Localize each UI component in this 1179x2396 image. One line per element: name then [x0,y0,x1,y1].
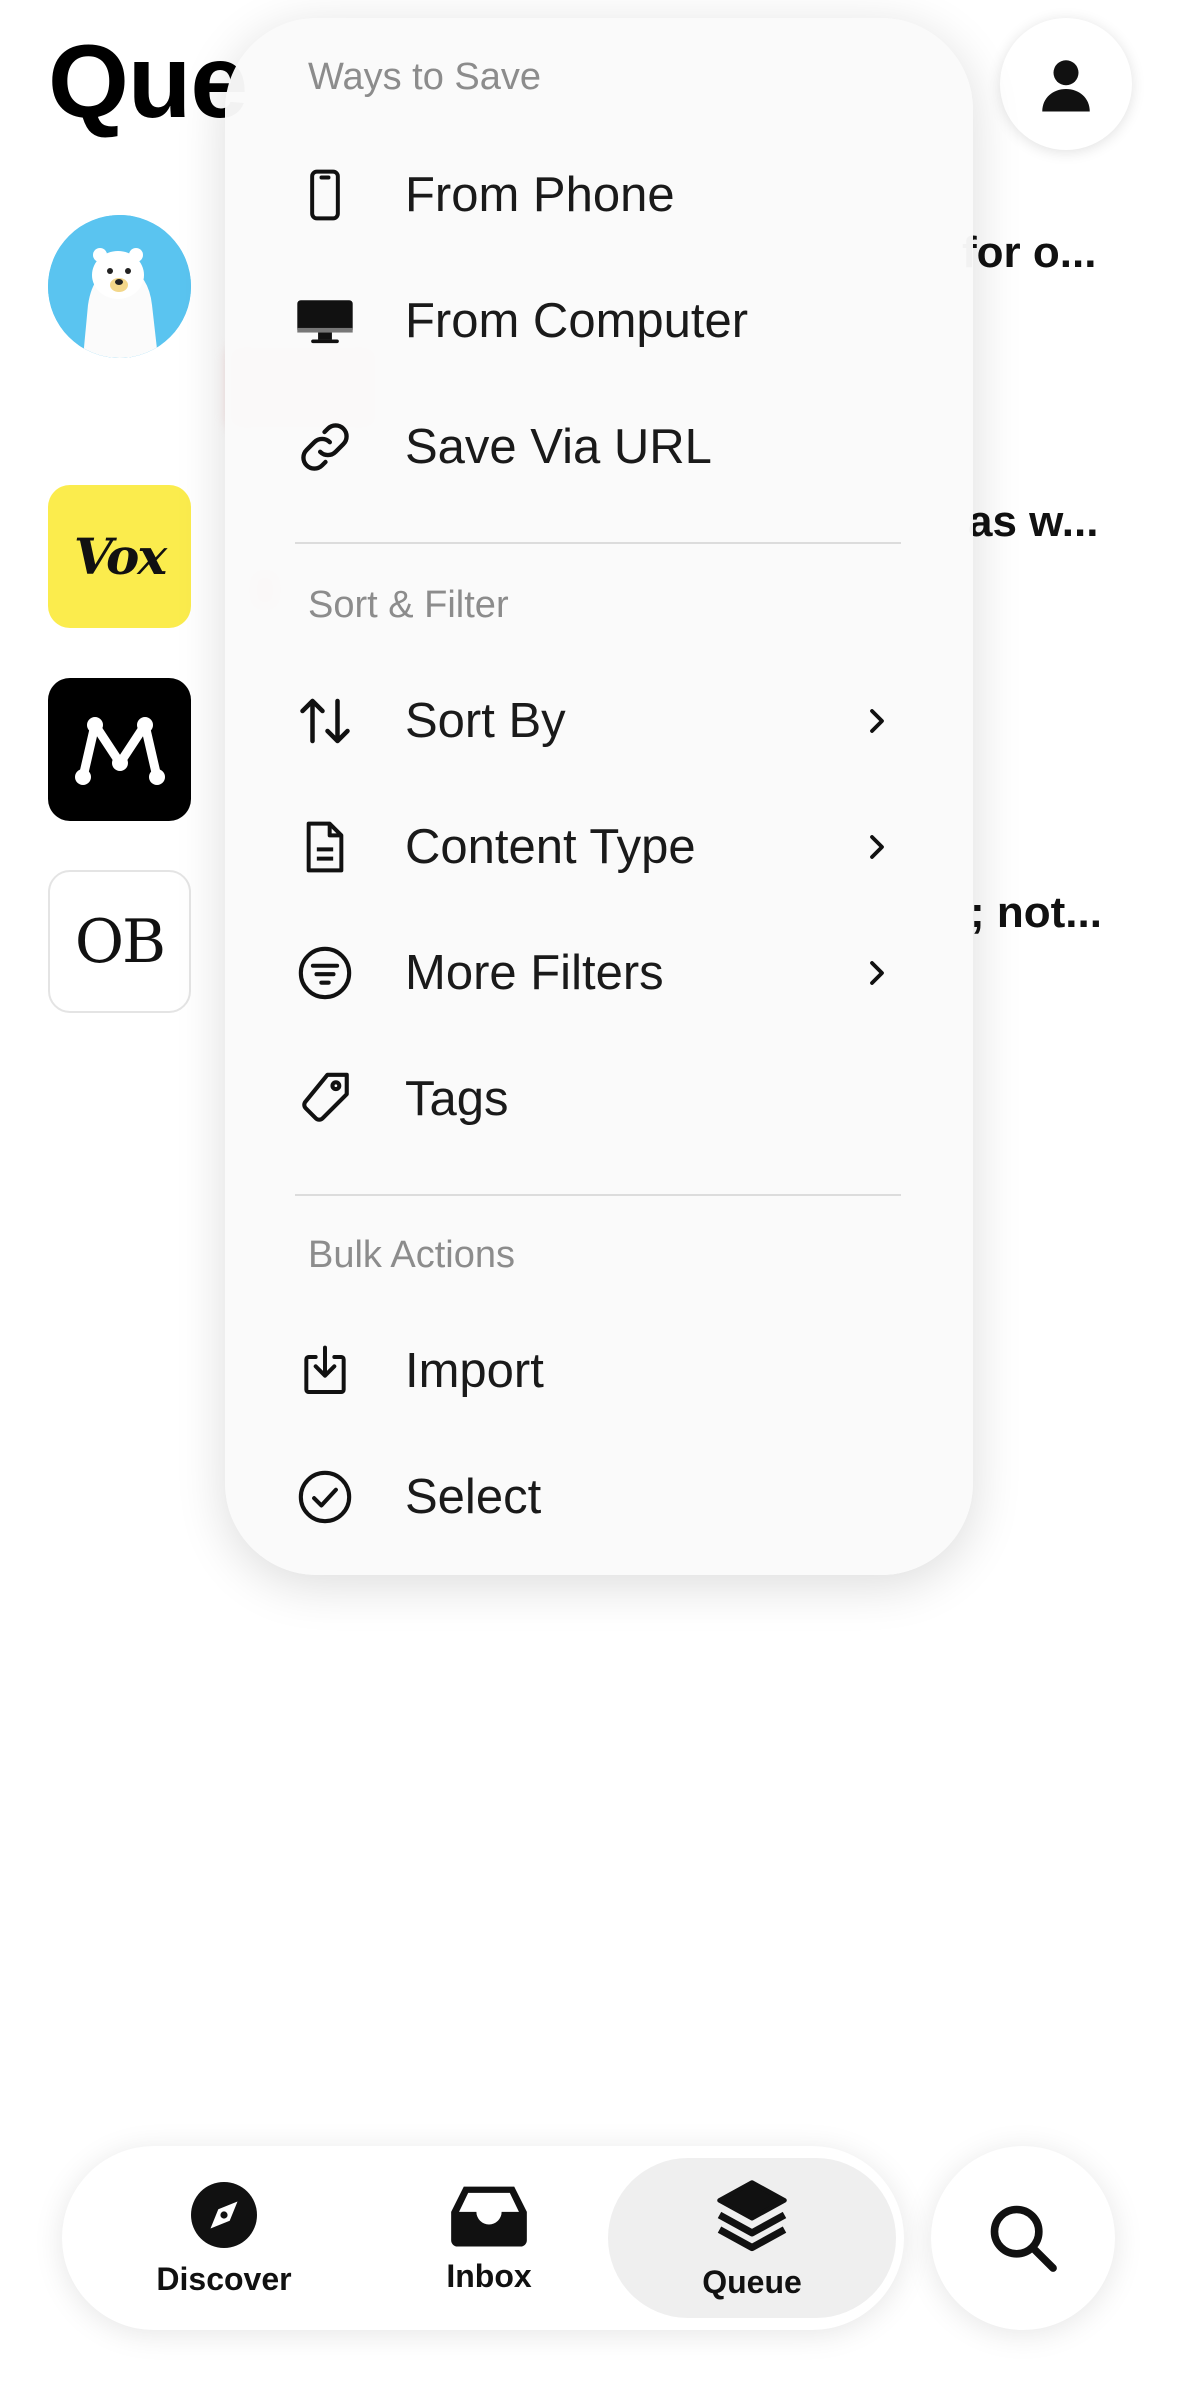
menu-item-content-type[interactable]: Content Type [295,792,895,902]
feed-snippet: ; not... [970,888,1102,937]
filter-circle-icon [295,943,355,1003]
menu-item-label: From Computer [405,294,749,348]
vox-logo: Vox [73,527,167,586]
chevron-right-icon [859,829,895,865]
sort-arrows-icon [295,691,355,751]
ob-logo: OB [74,906,166,977]
polar-bear-avatar [48,215,191,358]
import-tray-icon [295,1341,355,1401]
checkmark-circle-icon [295,1467,355,1527]
feed-thumb-medium[interactable] [48,678,191,821]
menu-item-label: Content Type [405,820,696,874]
menu-item-label: Sort By [405,694,566,748]
tab-label: Inbox [446,2257,532,2294]
computer-monitor-icon [295,291,355,351]
person-icon [1042,60,1090,112]
menu-item-from-computer[interactable]: From Computer [295,266,895,376]
menu-item-save-via-url[interactable]: Save Via URL [295,392,895,502]
section-ways-to-save: Ways to Save [308,56,542,98]
search-button[interactable] [931,2146,1115,2330]
link-icon [295,417,355,477]
document-icon [295,817,355,877]
menu-item-tags[interactable]: Tags [295,1044,895,1154]
section-bulk-actions: Bulk Actions [308,1234,515,1276]
search-icon [990,2205,1057,2272]
chevron-right-icon [859,703,895,739]
menu-item-more-filters[interactable]: More Filters [295,918,895,1028]
feed-thumb-vox[interactable]: Vox [48,485,191,628]
feed-thumb-ob[interactable]: OB [48,870,191,1013]
menu-item-label: Import [405,1344,544,1398]
profile-button[interactable] [1000,18,1132,150]
menu-item-label: More Filters [405,946,664,1000]
tab-inbox[interactable]: Inbox [374,2158,604,2318]
stack-layers-icon [717,2179,787,2251]
options-menu: Ways to Save From Phone From Computer Sa… [225,18,973,1575]
phone-icon [295,165,355,225]
menu-item-label: From Phone [405,168,675,222]
bottom-tab-bar: Discover Inbox Queue [62,2146,904,2330]
menu-item-import[interactable]: Import [295,1316,895,1426]
menu-item-label: Select [405,1470,542,1524]
chevron-right-icon [859,955,895,991]
tab-queue[interactable]: Queue [608,2158,896,2318]
feed-snippet: as w... [968,497,1099,546]
menu-item-select[interactable]: Select [295,1442,895,1552]
menu-item-label: Save Via URL [405,420,712,474]
feed-snippet: for o... [962,228,1097,277]
page-title: Que [48,24,248,140]
compass-icon [191,2181,257,2248]
tab-label: Discover [156,2260,292,2297]
tag-icon [295,1069,355,1129]
tab-discover[interactable]: Discover [109,2158,339,2318]
menu-item-label: Tags [405,1072,509,1126]
tab-label: Queue [702,2263,802,2300]
menu-divider [295,542,901,544]
menu-item-from-phone[interactable]: From Phone [295,140,895,250]
feed-thumb-polar-bear[interactable] [48,215,191,358]
medium-logo [74,716,165,785]
section-sort-filter: Sort & Filter [308,584,509,626]
inbox-tray-icon [451,2186,527,2247]
menu-divider [295,1194,901,1196]
menu-item-sort-by[interactable]: Sort By [295,666,895,776]
